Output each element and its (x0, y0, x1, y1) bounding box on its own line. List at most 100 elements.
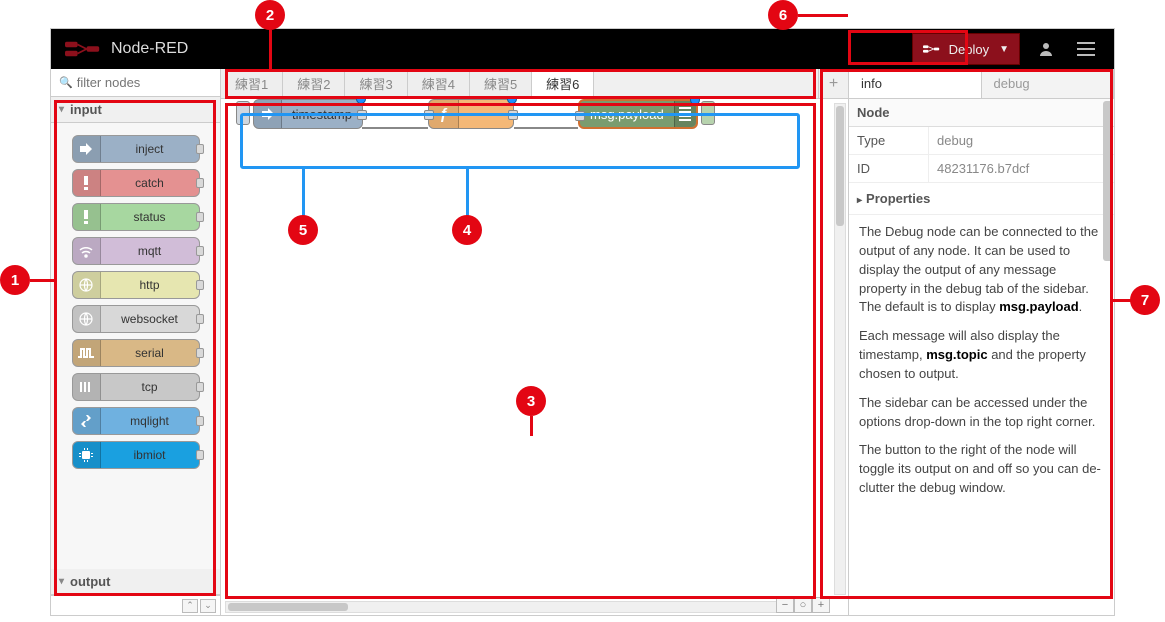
annotation-line (302, 168, 305, 216)
output-port (196, 246, 204, 256)
output-port (196, 212, 204, 222)
palette-node-serial[interactable]: serial (72, 339, 200, 367)
app-title: Node-RED (111, 40, 188, 58)
bang-icon (73, 170, 101, 196)
changed-indicator-icon (356, 99, 366, 104)
changed-indicator-icon (507, 99, 517, 104)
input-port[interactable] (424, 110, 434, 120)
pulse-icon (73, 340, 101, 366)
info-section-header: Node (849, 99, 1114, 127)
flow-tab[interactable]: 練習5 (470, 69, 532, 98)
sidebar-tab-info[interactable]: info (849, 69, 982, 98)
annotation-line (466, 168, 469, 216)
filter-nodes[interactable]: 🔍 (51, 69, 220, 97)
output-port (196, 348, 204, 358)
callout-6: 6 (768, 0, 798, 30)
inject-trigger-button[interactable] (236, 101, 250, 125)
palette-node-label: ibmiot (101, 448, 199, 462)
palette-node-label: mqtt (101, 244, 199, 258)
flow-tab[interactable]: 練習4 (408, 69, 470, 98)
info-properties-toggle[interactable]: ▸Properties (849, 183, 1114, 215)
palette: 🔍 ▾input inject catch status mqtt http websoc… (51, 69, 221, 615)
flow-tab[interactable]: 練習6 (532, 69, 594, 99)
horizontal-scrollbar[interactable] (225, 601, 808, 613)
zoom-out-button[interactable]: − (776, 597, 794, 613)
palette-node-label: tcp (101, 380, 199, 394)
callout-4: 4 (452, 215, 482, 245)
body: 🔍 ▾input inject catch status mqtt http websoc… (51, 69, 1114, 615)
output-port[interactable] (508, 110, 518, 120)
globe-icon (73, 272, 101, 298)
output-port (196, 416, 204, 426)
zoom-in-button[interactable]: + (812, 597, 830, 613)
user-button[interactable] (1026, 41, 1066, 57)
bars-icon (73, 374, 101, 400)
bang-icon (73, 204, 101, 230)
info-row-type: Typedebug (849, 127, 1114, 155)
node-label: msg.payload (580, 107, 674, 122)
palette-node-catch[interactable]: catch (72, 169, 200, 197)
node-label: timestamp (282, 107, 362, 122)
palette-footer: ⌃ ⌄ (51, 595, 220, 615)
add-flow-button[interactable]: + (818, 69, 848, 98)
arrow-icon (73, 136, 101, 162)
palette-expand-button[interactable]: ⌄ (200, 599, 216, 613)
debug-toggle-button[interactable] (701, 101, 715, 125)
changed-indicator-icon (690, 99, 700, 105)
callout-5: 5 (288, 215, 318, 245)
zoom-reset-button[interactable]: ○ (794, 597, 812, 613)
palette-node-status[interactable]: status (72, 203, 200, 231)
wifi-icon (73, 238, 101, 264)
annotation-line (530, 416, 533, 436)
sidebar-scrollbar[interactable] (1103, 101, 1113, 261)
output-port[interactable] (357, 110, 367, 120)
sidebar-tab-debug[interactable]: debug (982, 69, 1115, 98)
sidebar-body: Node Typedebug ID48231176.b7dcf ▸Propert… (849, 99, 1114, 615)
logo-icon (65, 40, 101, 58)
flow-tabs: 練習1練習2練習3練習4練習5練習6 + (221, 69, 848, 99)
info-row-id: ID48231176.b7dcf (849, 155, 1114, 183)
palette-node-websocket[interactable]: websocket (72, 305, 200, 333)
caret-down-icon: ▼ (999, 44, 1009, 55)
menu-button[interactable] (1066, 42, 1106, 56)
palette-node-mqtt[interactable]: mqtt (72, 237, 200, 265)
palette-collapse-button[interactable]: ⌃ (182, 599, 198, 613)
chevron-down-icon: ▾ (59, 576, 64, 587)
palette-node-label: status (101, 210, 199, 224)
category-input[interactable]: ▾input (51, 97, 220, 123)
vertical-scrollbar[interactable] (834, 103, 846, 595)
callout-3: 3 (516, 386, 546, 416)
flow-tab[interactable]: 練習2 (283, 69, 345, 98)
filter-input[interactable] (77, 75, 212, 90)
palette-node-http[interactable]: http (72, 271, 200, 299)
flow-tab[interactable]: 練習3 (345, 69, 407, 98)
palette-node-ibmiot[interactable]: ibmiot (72, 441, 200, 469)
deploy-button[interactable]: Deploy ▼ (912, 33, 1020, 65)
node-inject[interactable]: timestamp (253, 99, 363, 129)
palette-node-inject[interactable]: inject (72, 135, 200, 163)
node-function[interactable]: ƒ (428, 99, 514, 129)
palette-node-label: websocket (101, 312, 199, 326)
annotation-line (1113, 299, 1131, 302)
palette-node-label: http (101, 278, 199, 292)
swap-icon (73, 408, 101, 434)
canvas-tools: − ○ + (776, 597, 830, 613)
flow-tab[interactable]: 練習1 (221, 69, 283, 98)
chip-icon (73, 442, 101, 468)
palette-node-tcp[interactable]: tcp (72, 373, 200, 401)
canvas[interactable]: timestamp ƒ msg.payload (221, 99, 848, 615)
app-window: Node-RED Deploy ▼ 🔍 ▾input inject catch st… (50, 28, 1115, 616)
category-output[interactable]: ▾output (51, 569, 220, 595)
header: Node-RED Deploy ▼ (51, 29, 1114, 69)
node-debug[interactable]: msg.payload (578, 99, 698, 129)
output-port (196, 178, 204, 188)
callout-2: 2 (255, 0, 285, 30)
annotation-line (798, 14, 848, 17)
wire (514, 127, 578, 129)
palette-node-label: catch (101, 176, 199, 190)
deploy-icon (923, 42, 941, 56)
output-port (196, 382, 204, 392)
globe-icon (73, 306, 101, 332)
input-port[interactable] (575, 111, 585, 121)
palette-node-mqlight[interactable]: mqlight (72, 407, 200, 435)
